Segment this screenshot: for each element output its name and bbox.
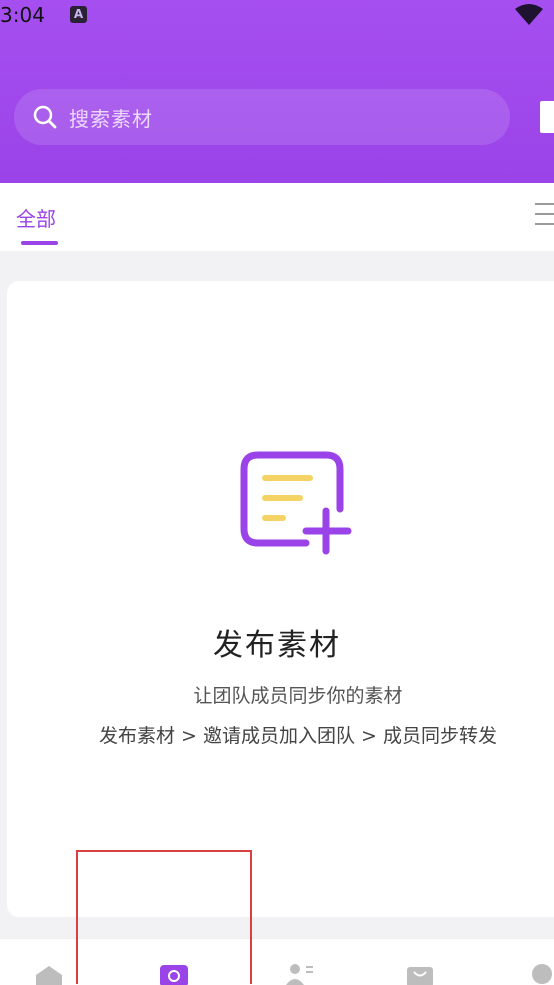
tab-all[interactable]: 全部: [16, 203, 56, 232]
search-icon: [33, 105, 57, 129]
category-tabs: 全部: [0, 183, 554, 251]
contacts-icon[interactable]: [284, 963, 314, 985]
doc-plus-icon[interactable]: [240, 451, 355, 556]
search-placeholder: 搜索素材: [69, 107, 153, 131]
shop-icon[interactable]: [405, 963, 435, 985]
empty-state-card: [7, 281, 554, 917]
scan-icon[interactable]: [540, 101, 554, 133]
status-app-badge: A: [70, 6, 87, 23]
app-header: 3:04 A 搜索素材: [0, 0, 554, 183]
home-icon[interactable]: [34, 963, 64, 985]
empty-state-subtitle: 让团队成员同步你的素材: [193, 685, 403, 707]
empty-state-steps: 发布素材 > 邀请成员加入团队 > 成员同步转发: [99, 725, 497, 747]
status-time: 3:04: [0, 3, 45, 27]
highlight-box: [76, 850, 252, 984]
menu-icon[interactable]: [535, 203, 554, 229]
search-input[interactable]: 搜索素材: [14, 89, 510, 145]
empty-state-title: 发布素材: [213, 628, 341, 663]
tab-active-indicator: [21, 241, 58, 245]
wifi-icon: [515, 4, 543, 25]
profile-icon[interactable]: [527, 963, 554, 985]
